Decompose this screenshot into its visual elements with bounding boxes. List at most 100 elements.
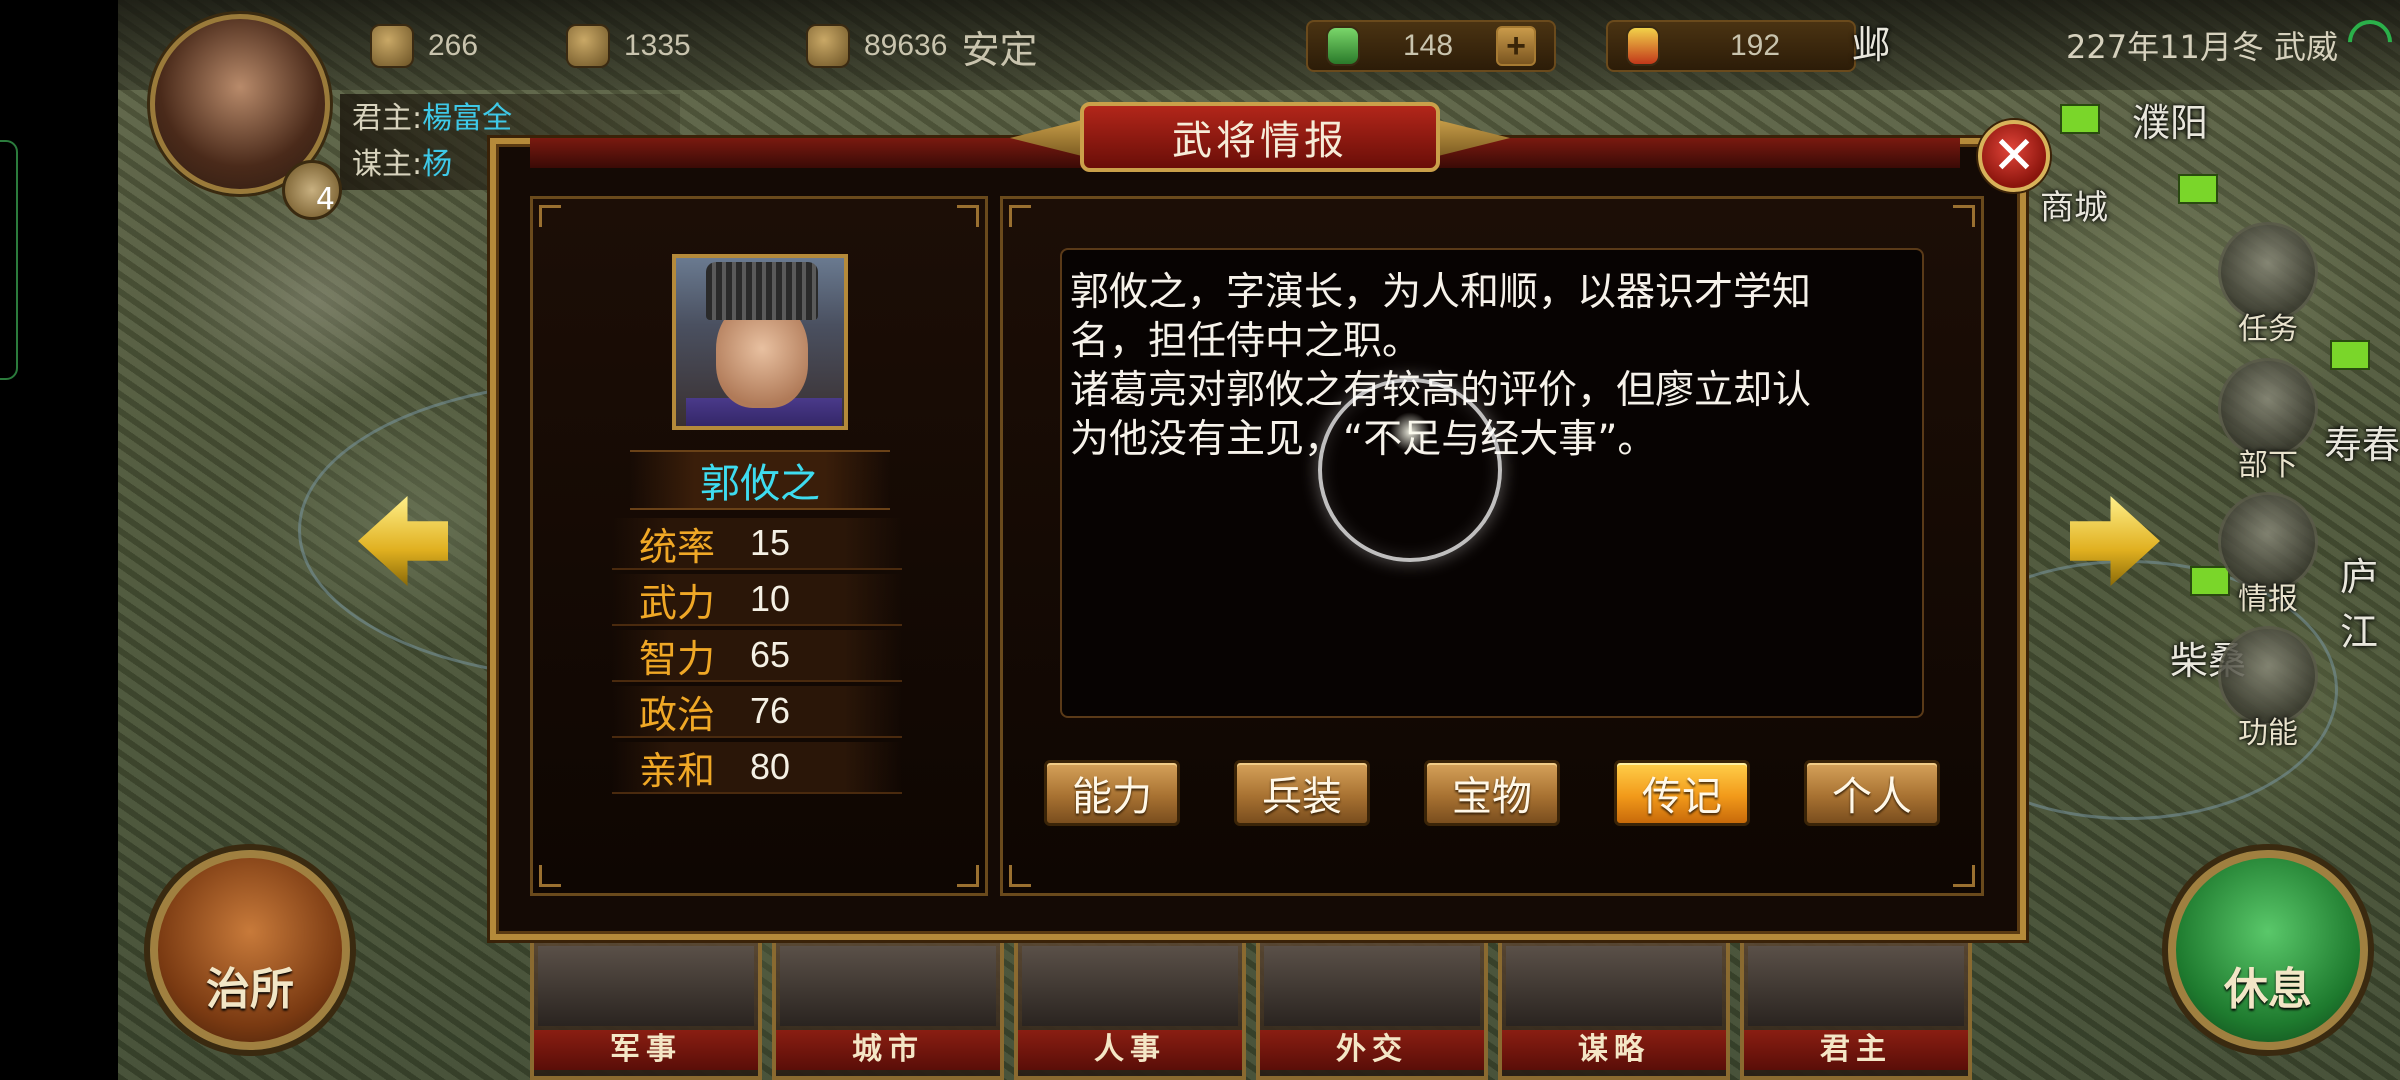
city-label-shouchun[interactable]: 寿春 [2324,414,2400,469]
stat-label: 亲和 [638,748,715,793]
tab-scene-image [1748,946,1964,1026]
resource-troops: 89636 安定 [806,20,1037,72]
touch-point [1390,412,1430,452]
tab-scene-image [1022,946,1238,1026]
advisor-name: 杨 [422,147,453,182]
stat-label: 政治 [638,692,715,737]
menu-task-label: 任务 [2238,312,2298,347]
general-name: 郭攸之 [630,450,890,510]
stat-row-intelligence: 智力 65 [612,630,902,682]
stat-row-strength: 武力 10 [612,574,902,626]
tab-personnel-label: 人事 [1018,1030,1242,1070]
menu-intel-button[interactable]: 情报 [2208,492,2328,617]
resource-troops-value: 89636 [864,29,948,62]
tab-diplomacy[interactable]: 外交 [1256,938,1488,1080]
tab-lord-label: 君主 [1744,1030,1968,1070]
tab-equipment[interactable]: 兵装 [1234,760,1370,826]
next-general-button[interactable] [2070,496,2160,586]
coin-icon [370,24,414,68]
lord-info: 君主:楊富全 谋主:杨 [352,96,512,188]
tab-strategy[interactable]: 谋略 [1498,938,1730,1080]
lord-label: 君主: [352,101,423,136]
sack-icon [566,24,610,68]
resource-jade: 148 + [1306,20,1556,72]
close-button[interactable]: ✕ [1978,120,2050,192]
tab-city-label: 城市 [776,1030,1000,1070]
tab-personnel[interactable]: 人事 [1014,938,1246,1080]
menu-functions-label: 功能 [2238,716,2298,751]
menu-intel-label: 情报 [2238,582,2298,617]
general-portrait [672,254,848,430]
detail-tab-bar: 能力 兵装 宝物 传记 个人 [1044,760,1944,826]
token-icon [1626,26,1660,66]
corner-ornament [957,865,979,887]
stat-value: 76 [750,690,791,731]
tab-lord[interactable]: 君主 [1740,938,1972,1080]
tab-scene-image [538,946,754,1026]
jade-icon [1326,26,1360,66]
menu-task-button[interactable]: 任务 [2208,222,2328,347]
stat-label: 智力 [638,636,715,681]
portrait-hat [706,262,818,320]
resource-token-value: 192 [1729,29,1781,62]
stat-value: 10 [750,578,791,619]
arrow-left-icon [358,496,448,586]
resource-food-value: 1335 [624,29,691,62]
corner-ornament [1009,865,1031,887]
stat-label: 武力 [638,580,715,625]
stat-row-charisma: 亲和 80 [612,742,902,794]
rest-button[interactable]: 休息 [2168,850,2368,1050]
stat-value: 15 [750,522,791,563]
dialog-title: 武将情报 [1080,102,1440,172]
capital-button-label: 治所 [206,964,294,1015]
corner-ornament [957,205,979,227]
date-location: 227年11月冬 武威 [2066,28,2338,66]
resource-token: 192 [1606,20,1856,72]
corner-ornament [539,865,561,887]
tab-scene-image [780,946,996,1026]
menu-functions-button[interactable]: 功能 [2208,626,2328,751]
tab-military-label: 军事 [534,1030,758,1070]
advisor-label: 谋主: [352,147,423,182]
lord-level-badge: 4 [282,160,342,220]
tab-military[interactable]: 军事 [530,938,762,1080]
stat-row-leadership: 统率 15 [612,518,902,570]
corner-ornament [1953,865,1975,887]
resource-food: 1335 [566,20,691,72]
bottom-command-tabs: 军事 城市 人事 外交 谋略 君主 [530,938,1980,1080]
city-label-shangcheng[interactable]: 商城 [2040,180,2108,229]
corner-ornament [1953,205,1975,227]
lord-name: 楊富全 [422,101,513,136]
menu-subordinates-button[interactable]: 部下 [2208,358,2328,483]
city-label-ye[interactable]: 邺 [1852,14,1890,69]
stat-label: 统率 [638,524,715,569]
city-flag [2178,174,2218,204]
tab-biography[interactable]: 传记 [1614,760,1750,826]
tab-diplomacy-label: 外交 [1260,1030,1484,1070]
menu-subordinates-label: 部下 [2238,448,2298,483]
close-icon: ✕ [1992,126,2036,186]
status-text: 安定 [961,29,1038,72]
city-label-puyang[interactable]: 濮阳 [2132,92,2208,147]
arrow-right-icon [2070,496,2160,586]
tab-personal[interactable]: 个人 [1804,760,1940,826]
resource-gold-value: 266 [428,29,479,62]
tab-treasure[interactable]: 宝物 [1424,760,1560,826]
city-flag [2060,104,2100,134]
add-jade-button[interactable]: + [1496,26,1536,66]
tab-scene-image [1264,946,1480,1026]
stat-value: 65 [750,634,791,675]
tab-ability[interactable]: 能力 [1044,760,1180,826]
rest-button-label: 休息 [2224,964,2312,1015]
city-label-lujiang[interactable]: 庐江 [2340,546,2400,656]
tab-scene-image [1506,946,1722,1026]
city-flag [2330,340,2370,370]
resource-jade-value: 148 [1402,29,1454,62]
grain-icon [806,24,850,68]
tab-strategy-label: 谋略 [1502,1030,1726,1070]
capital-button[interactable]: 治所 [150,850,350,1050]
stat-value: 80 [750,746,791,787]
previous-general-button[interactable] [358,496,448,586]
tab-city[interactable]: 城市 [772,938,1004,1080]
touch-ripple [1318,378,1502,562]
